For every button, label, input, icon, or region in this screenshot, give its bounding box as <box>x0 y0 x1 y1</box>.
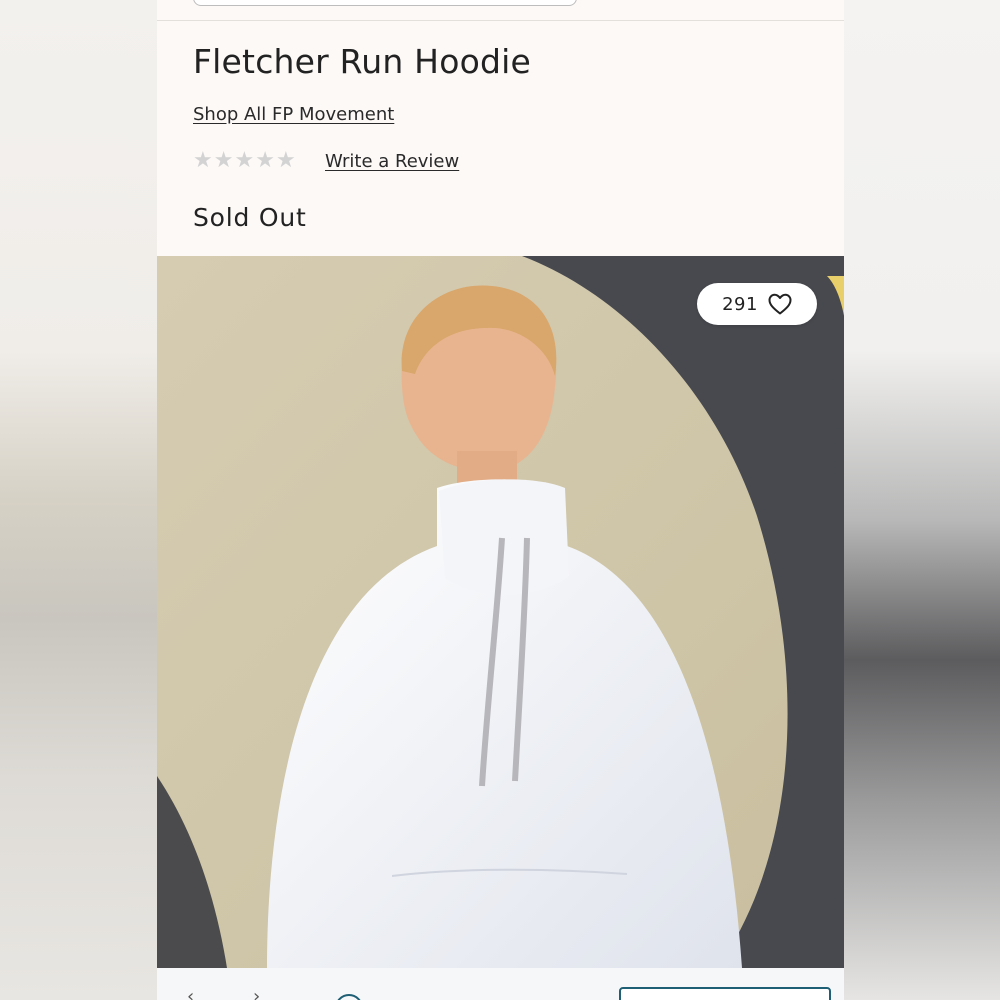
background-blur-left <box>0 0 157 1000</box>
chevron-right-icon[interactable]: › <box>253 988 260 1000</box>
bottom-action-bar: ‹ › <box>157 968 844 1000</box>
favorite-button[interactable]: 291 <box>697 283 817 325</box>
star-icon: ★ <box>234 148 255 173</box>
chevron-left-icon[interactable]: ‹ <box>187 988 194 1000</box>
star-icon: ★ <box>275 148 296 173</box>
mobile-screen: Fletcher Run Hoodie Shop All FP Movement… <box>157 0 844 1000</box>
write-review-link[interactable]: Write a Review <box>325 151 459 172</box>
star-icon: ★ <box>193 148 213 173</box>
product-photo-illustration <box>157 256 844 968</box>
star-icon: ★ <box>213 148 234 173</box>
product-image[interactable]: 291 <box>157 256 844 968</box>
header-divider <box>157 20 844 21</box>
availability-status: Sold Out <box>193 203 307 232</box>
shop-all-link[interactable]: Shop All FP Movement <box>193 104 394 125</box>
rating-stars[interactable]: ★ ★ ★ ★ ★ <box>193 148 296 174</box>
favorite-count: 291 <box>722 293 758 315</box>
star-icon: ★ <box>255 148 275 173</box>
search-input[interactable] <box>193 0 577 6</box>
heart-icon <box>768 293 792 315</box>
product-title: Fletcher Run Hoodie <box>193 42 531 81</box>
primary-action-button[interactable] <box>619 987 831 1000</box>
color-swatch[interactable] <box>335 994 363 1000</box>
background-blur-right <box>844 0 1000 1000</box>
